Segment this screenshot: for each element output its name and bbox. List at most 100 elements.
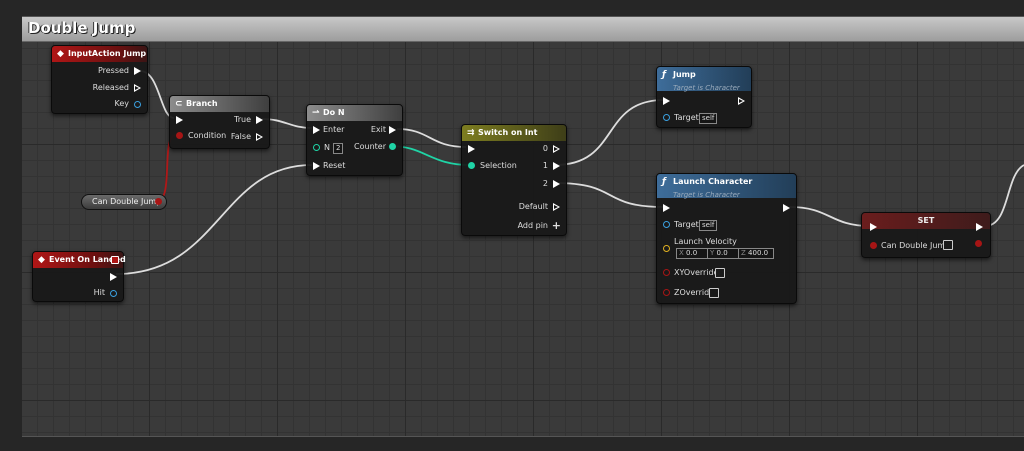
exec-out-2[interactable] [553,180,560,188]
wire-landed-reset [115,164,313,275]
node-jump[interactable]: ƒ Jump Target is Character Target self [656,66,752,128]
node-subtitle: Target is Character [673,84,740,92]
exec-in-set[interactable] [870,223,877,231]
pin-label-reset: Reset [323,161,346,170]
event-diamond-icon: ◆ [38,255,45,265]
target-self-box[interactable]: self [699,113,718,124]
pin-counter[interactable] [389,143,396,150]
pin-can-double-jump-in[interactable] [870,242,877,249]
pin-label-1: 1 [542,161,548,170]
exec-out-false[interactable] [256,133,263,141]
node-inputaction-jump[interactable]: ◆ InputAction Jump Pressed Released Key [51,45,148,114]
z-value: 400.0 [748,249,769,257]
exec-out-exit[interactable] [389,126,396,134]
pin-label-exit: Exit [370,125,386,134]
wire-launch-set [789,206,871,227]
exec-in-enter[interactable] [313,126,320,134]
pin-launch-velocity[interactable] [663,245,670,252]
add-pin-plus-icon[interactable]: + [552,219,561,232]
pin-label-n: N [324,143,330,152]
z-override-checkbox[interactable] [709,288,719,298]
switch-icon: ⇉ [467,128,475,138]
pin-label-0: 0 [542,144,548,153]
node-event-on-landed[interactable]: ◆ Event On Landed Hit [32,251,126,302]
pin-can-double-jump-out[interactable] [975,240,982,247]
pin-label-can-double-jump: Can Double Jump [881,241,951,250]
pin-target[interactable] [663,221,670,228]
wire-exit-switch [396,128,467,148]
exec-in-jump[interactable] [663,97,670,105]
pin-label-enter: Enter [323,125,345,134]
node-do-n[interactable]: ⇀ Do N Enter N 2 Reset Exit Counter [306,104,403,176]
pin-label-true: True [234,115,251,124]
exec-out-landed[interactable] [110,273,117,281]
pin-xy-override[interactable] [663,269,670,276]
node-set-can-double-jump[interactable]: SET Can Double Jump [861,212,991,258]
node-branch[interactable]: ⊂ Branch Condition True False [169,95,270,149]
pin-label-false: False [230,132,251,141]
exec-out-released[interactable] [134,84,141,92]
wire-switch2-launch [554,182,665,208]
arrow-icon: ⇀ [312,108,320,118]
x-label: X [679,249,684,257]
n-value-input[interactable]: 2 [333,143,344,154]
node-title: Launch Character [673,177,753,186]
wire-switch1-jump [554,99,665,166]
velocity-y-input[interactable]: Y 0.0 [707,248,739,259]
node-title: Jump [673,70,696,79]
y-value: 0.0 [716,249,728,257]
pin-n[interactable] [313,144,320,151]
pin-can-double-jump-out[interactable] [155,198,162,205]
node-title: SET [917,216,935,225]
node-title: Do N [323,108,345,117]
pin-label-2: 2 [542,179,548,188]
pin-label-released: Released [92,83,129,92]
velocity-z-input[interactable]: Z 400.0 [738,248,774,259]
exec-in-launch[interactable] [663,204,670,212]
exec-out-true[interactable] [256,116,263,124]
node-title: Branch [186,99,218,108]
pin-label-hit: Hit [93,288,105,297]
function-icon: ƒ [662,70,666,80]
can-double-jump-checkbox[interactable] [943,240,953,250]
exec-in-reset[interactable] [313,162,320,170]
pin-target[interactable] [663,114,670,121]
velocity-x-input[interactable]: X 0.0 [676,248,708,259]
target-self-box[interactable]: self [699,220,718,231]
exec-out-launch[interactable] [783,204,790,212]
z-label: Z [741,249,746,257]
exec-out-set[interactable] [976,223,983,231]
node-launch-character[interactable]: ƒ Launch Character Target is Character Ta… [656,173,797,304]
pin-condition[interactable] [176,132,183,139]
exec-out-jump[interactable] [738,97,745,105]
pin-key[interactable] [134,101,141,108]
y-label: Y [710,249,715,257]
xy-override-checkbox[interactable] [715,268,725,278]
exec-in-branch[interactable] [176,116,183,124]
pin-label-target: Target [674,220,699,229]
pin-label-selection: Selection [480,161,517,170]
exec-out-default[interactable] [553,203,560,211]
function-icon: ƒ [662,177,666,187]
node-switch-on-int[interactable]: ⇉ Switch on Int Selection 0 1 2 Default A… [461,124,567,236]
exec-out-1[interactable] [553,162,560,170]
add-pin-label[interactable]: Add pin [518,221,548,230]
node-subtitle: Target is Character [673,191,740,199]
branch-icon: ⊂ [175,99,183,109]
exec-out-0[interactable] [553,145,560,153]
x-value: 0.0 [686,249,698,257]
exec-out-pressed[interactable] [134,67,141,75]
pin-selection[interactable] [468,162,475,169]
pin-label-default: Default [518,202,548,211]
variable-label: Can Double Jump [92,197,162,206]
pin-hit[interactable] [110,290,117,297]
pin-z-override[interactable] [663,289,670,296]
pin-label-counter: Counter [354,142,386,151]
exec-in-switch[interactable] [468,145,475,153]
node-get-can-double-jump[interactable]: Can Double Jump [81,194,167,210]
pin-label-xy-override: XYOverride [674,268,719,277]
pin-label-target: Target [674,113,699,122]
node-title: InputAction Jump [68,49,147,58]
pin-label-condition: Condition [188,131,227,140]
pin-label-launch-velocity: Launch Velocity [674,237,737,246]
